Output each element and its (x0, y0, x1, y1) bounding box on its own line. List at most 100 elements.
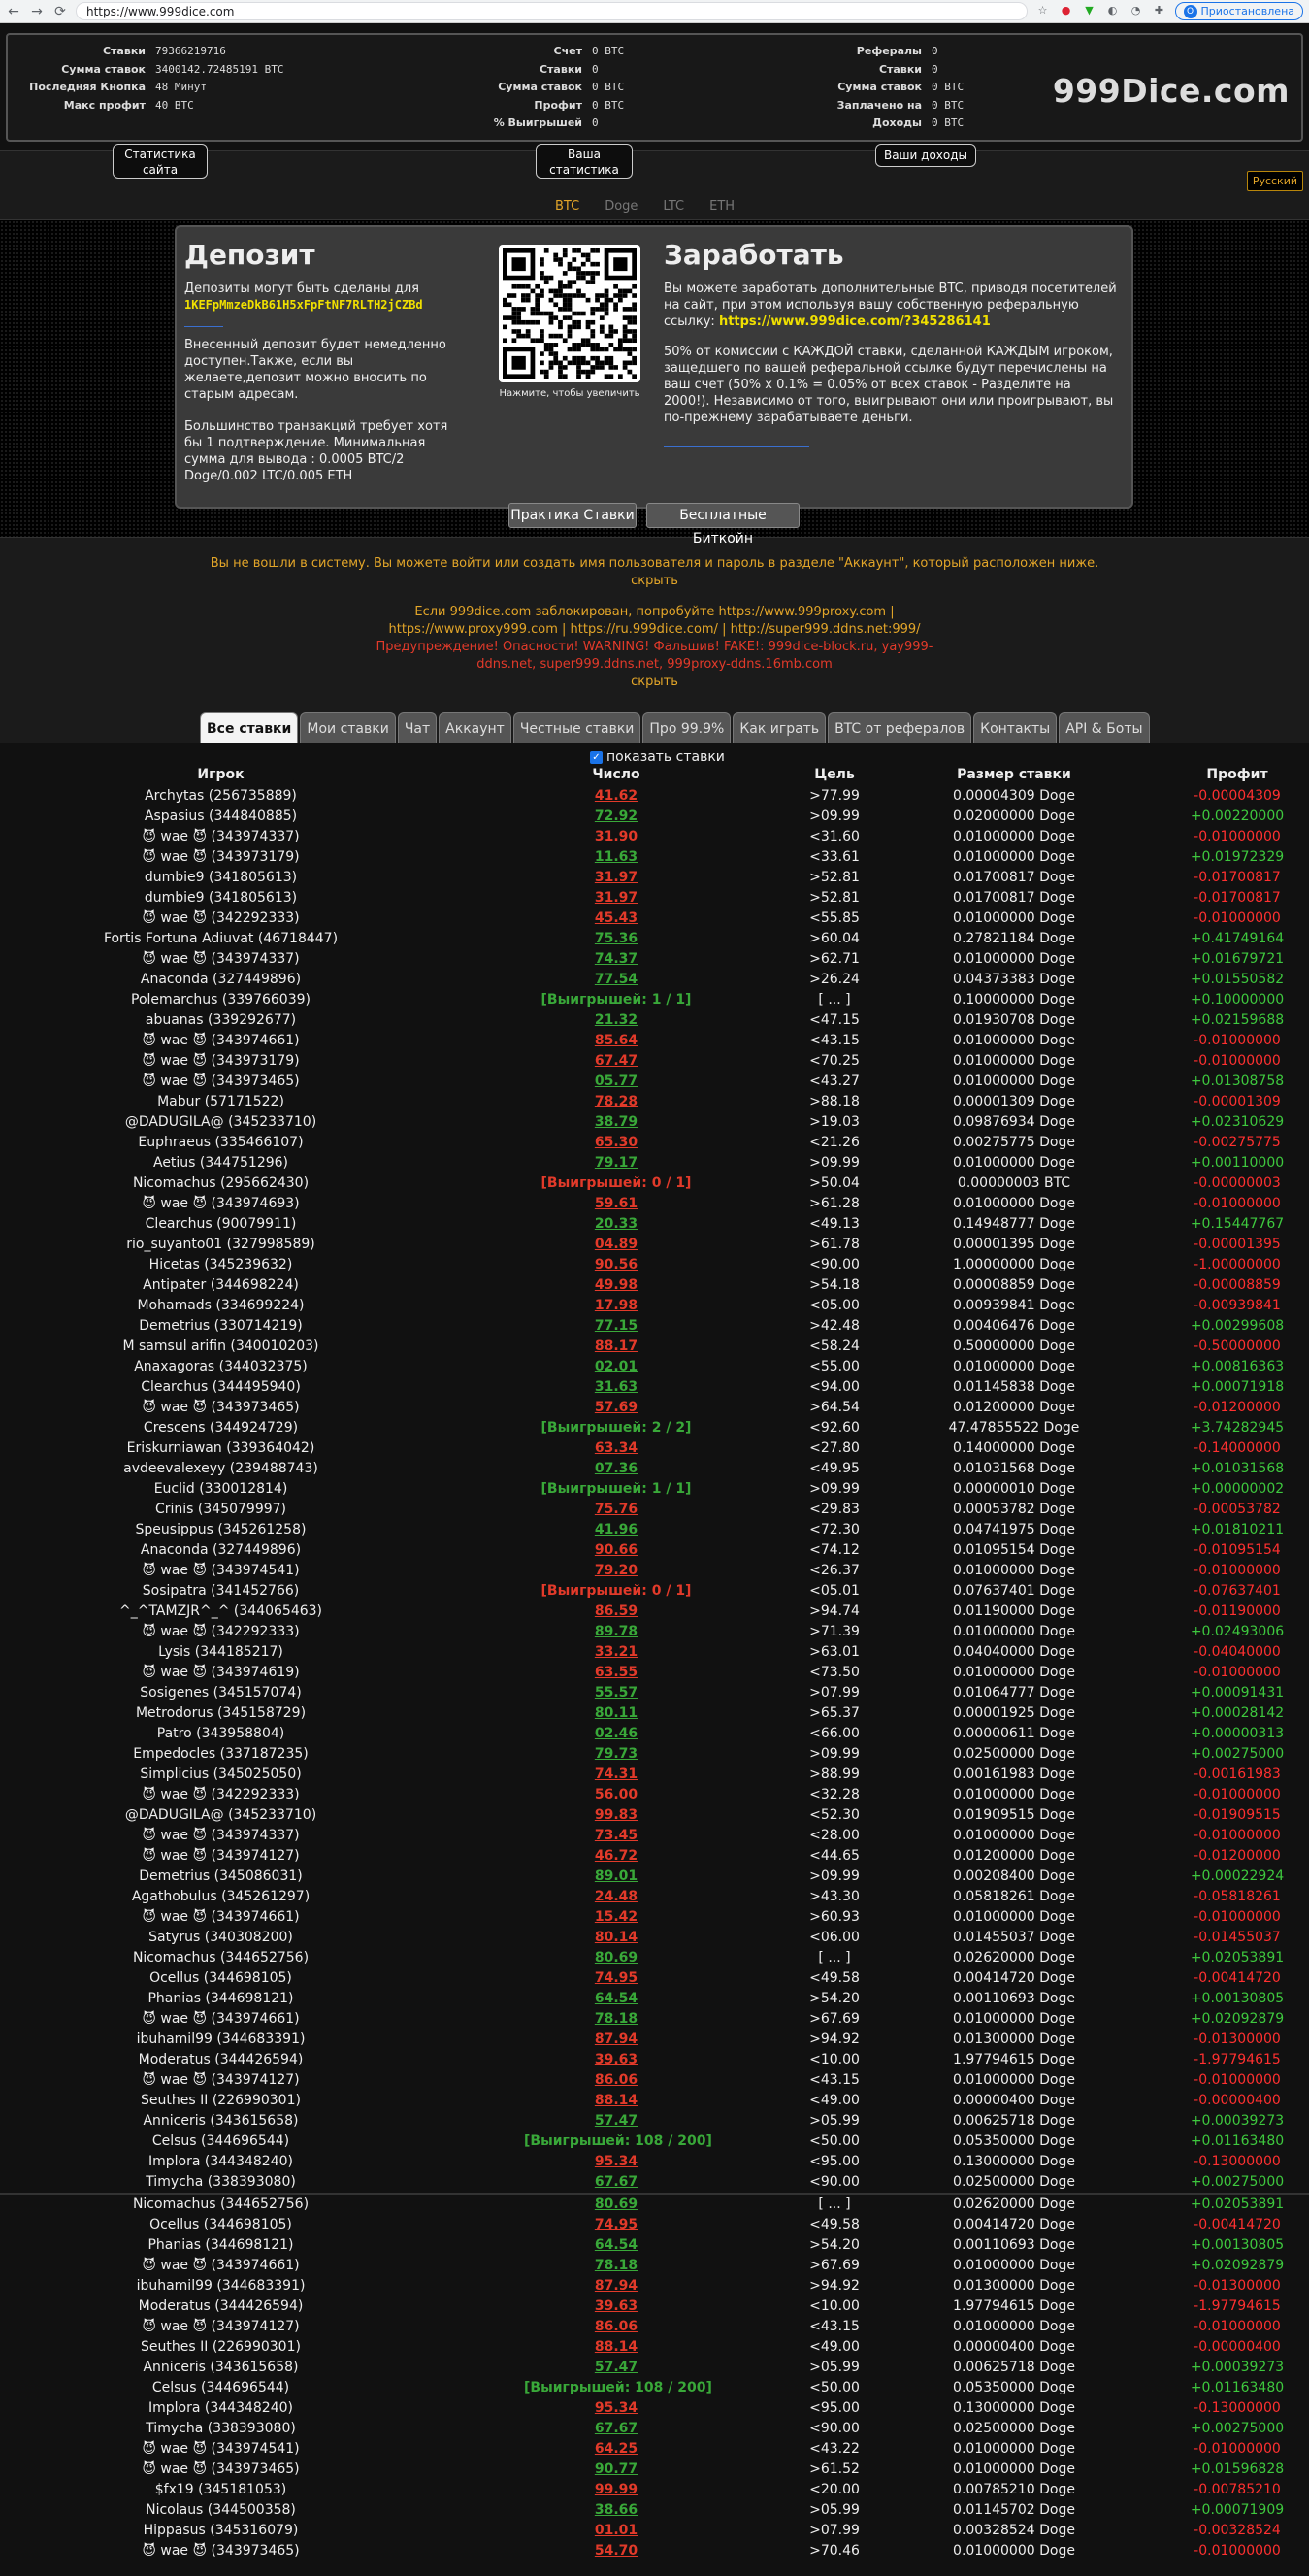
number-cell[interactable]: 45.43 (524, 908, 708, 929)
number-cell[interactable]: 90.56 (524, 1255, 708, 1275)
back-icon[interactable]: ← (6, 4, 21, 19)
table-row[interactable]: 😈 wae 😈 (343974337) 74.37 >62.71 0.01000000… (0, 949, 1309, 970)
number-cell[interactable]: 63.55 (524, 1663, 708, 1683)
number-cell[interactable]: 05.77 (524, 1072, 708, 1092)
number-cell[interactable]: 57.47 (524, 2111, 708, 2131)
number-cell[interactable]: 80.14 (524, 1928, 708, 1948)
table-row[interactable]: Anniceris (343615658) 57.47 >05.99 0.006257… (0, 2358, 1309, 2378)
table-row[interactable]: Metrodorus (345158729) 80.11 >65.37 0.00001… (0, 1703, 1309, 1724)
tab-4[interactable]: Честные ставки (512, 712, 641, 743)
number-cell[interactable]: 41.96 (524, 1520, 708, 1540)
number-cell[interactable]: 56.00 (524, 1785, 708, 1805)
number-cell[interactable]: 79.20 (524, 1561, 708, 1581)
puzzle-icon[interactable]: ✚ (1152, 4, 1167, 19)
tab-8[interactable]: Контакты (973, 712, 1058, 743)
table-row[interactable]: Antipater (344698224) 49.98 >54.18 0.000088… (0, 1275, 1309, 1296)
table-row[interactable]: Clearchus (344495940) 31.63 <94.00 0.011458… (0, 1377, 1309, 1398)
table-row[interactable]: Demetrius (345086031) 89.01 >09.99 0.002084… (0, 1866, 1309, 1887)
table-row[interactable]: Anaconda (327449896) 90.66 <74.12 0.0109515… (0, 1540, 1309, 1561)
number-cell[interactable]: 46.72 (524, 1846, 708, 1866)
number-cell[interactable]: 89.01 (524, 1866, 708, 1887)
table-row[interactable]: 😈 wae 😈 (343973465) 90.77 >61.52 0.01000000… (0, 2460, 1309, 2480)
profile-button[interactable]: O Приостановлена (1174, 2, 1303, 20)
number-cell[interactable]: 77.15 (524, 1316, 708, 1337)
reload-icon[interactable]: ⟳ (52, 4, 68, 19)
tab-2[interactable]: Чат (397, 712, 438, 743)
table-row[interactable]: dumbie9 (341805613) 31.97 >52.81 0.01700817… (0, 888, 1309, 908)
table-row[interactable]: Crescens (344924729) [Выигрышей: 2 / 2] <9… (0, 1418, 1309, 1438)
table-row[interactable]: 😈 wae 😈 (343973179) 11.63 <33.61 0.01000000… (0, 847, 1309, 868)
number-cell[interactable]: 90.66 (524, 1540, 708, 1561)
number-cell[interactable]: 95.34 (524, 2152, 708, 2172)
table-row[interactable]: Timycha (338393080) 67.67 <90.00 0.02500000… (0, 2419, 1309, 2439)
site-stats-button[interactable]: Статистика сайта (113, 144, 208, 179)
table-row[interactable]: Demetrius (330714219) 77.15 >42.48 0.004064… (0, 1316, 1309, 1337)
table-row[interactable]: @DADUGILA@ (345233710) 38.79 >19.03 0.09876… (0, 1112, 1309, 1133)
currency-eth[interactable]: ETH (709, 199, 735, 214)
tab-1[interactable]: Мои ставки (300, 712, 396, 743)
table-row[interactable]: ibuhamil99 (344683391) 87.94 >94.92 0.01300… (0, 2030, 1309, 2050)
number-cell[interactable]: 31.97 (524, 868, 708, 888)
number-cell[interactable]: 89.78 (524, 1622, 708, 1642)
referral-stats-link[interactable] (664, 436, 809, 447)
table-row[interactable]: Nicomachus (344652756) 80.69 [ ... ] 0.0262… (0, 2195, 1309, 2215)
number-cell[interactable]: 73.45 (524, 1826, 708, 1846)
table-row[interactable]: 😈 wae 😈 (343973465) 05.77 <43.27 0.01000000… (0, 1072, 1309, 1092)
table-row[interactable]: Celsus (344696544) [Выигрышей: 108 / 200]… (0, 2378, 1309, 2398)
table-row[interactable]: 😈 wae 😈 (343974337) 31.90 <31.60 0.01000000… (0, 827, 1309, 847)
table-row[interactable]: Seuthes II (226990301) 88.14 <49.00 0.00000… (0, 2091, 1309, 2111)
star-icon[interactable]: ☆ (1035, 4, 1051, 19)
number-cell[interactable]: 74.37 (524, 949, 708, 970)
table-row[interactable]: @DADUGILA@ (345233710) 99.83 <52.30 0.01909… (0, 1805, 1309, 1826)
table-row[interactable]: 😈 wae 😈 (343974541) 64.25 <43.22 0.01000000… (0, 2439, 1309, 2460)
number-cell[interactable]: 87.94 (524, 2276, 708, 2296)
table-row[interactable]: Euphraeus (335466107) 65.30 <21.26 0.002757… (0, 1133, 1309, 1153)
number-cell[interactable]: 02.01 (524, 1357, 708, 1377)
table-row[interactable]: Speusippus (345261258) 41.96 <72.30 0.04741… (0, 1520, 1309, 1540)
tab-0[interactable]: Все ставки (200, 712, 299, 743)
number-cell[interactable]: [Выигрышей: 0 / 1] (524, 1581, 708, 1602)
table-row[interactable]: Nicomachus (295662430) [Выигрышей: 0 / 1]… (0, 1173, 1309, 1194)
number-cell[interactable]: 57.69 (524, 1398, 708, 1418)
number-cell[interactable]: 59.61 (524, 1194, 708, 1214)
number-cell[interactable]: 88.14 (524, 2091, 708, 2111)
number-cell[interactable]: [Выигрышей: 2 / 2] (524, 1418, 708, 1438)
table-row[interactable]: abuanas (339292677) 21.32 <47.15 0.01930708… (0, 1010, 1309, 1031)
table-row[interactable]: Ocellus (344698105) 74.95 <49.58 0.00414720… (0, 2215, 1309, 2235)
number-cell[interactable]: 88.17 (524, 1337, 708, 1357)
table-row[interactable]: Implora (344348240) 95.34 <95.00 0.13000000… (0, 2152, 1309, 2172)
number-cell[interactable]: 79.73 (524, 1744, 708, 1765)
number-cell[interactable]: 95.34 (524, 2398, 708, 2419)
number-cell[interactable]: 90.77 (524, 2460, 708, 2480)
table-row[interactable]: 😈 wae 😈 (343974127) 86.06 <43.15 0.01000000… (0, 2070, 1309, 2091)
number-cell[interactable]: 80.69 (524, 2195, 708, 2215)
number-cell[interactable]: 63.34 (524, 1438, 708, 1459)
number-cell[interactable]: 87.94 (524, 2030, 708, 2050)
table-row[interactable]: 😈 wae 😈 (342292333) 89.78 >71.39 0.01000000… (0, 1622, 1309, 1642)
number-cell[interactable]: 78.18 (524, 2256, 708, 2276)
number-cell[interactable]: 75.36 (524, 929, 708, 949)
number-cell[interactable]: 24.48 (524, 1887, 708, 1907)
number-cell[interactable]: 74.95 (524, 1968, 708, 1989)
tab-5[interactable]: Про 99.9% (642, 712, 732, 743)
table-row[interactable]: 😈 wae 😈 (343974619) 63.55 <73.50 0.01000000… (0, 1663, 1309, 1683)
number-cell[interactable]: 02.46 (524, 1724, 708, 1744)
number-cell[interactable]: 86.59 (524, 1602, 708, 1622)
tab-6[interactable]: Как играть (733, 712, 827, 743)
number-cell[interactable]: 72.92 (524, 807, 708, 827)
number-cell[interactable]: 39.63 (524, 2296, 708, 2317)
table-row[interactable]: Timycha (338393080) 67.67 <90.00 0.02500000… (0, 2172, 1309, 2193)
number-cell[interactable]: 67.67 (524, 2419, 708, 2439)
number-cell[interactable]: 57.47 (524, 2358, 708, 2378)
table-row[interactable]: Satyrus (340308200) 80.14 <06.00 0.01455037… (0, 1928, 1309, 1948)
table-row[interactable]: 😈 wae 😈 (343974661) 85.64 <43.15 0.01000000… (0, 1031, 1309, 1051)
show-bets-toggle[interactable]: ✓ показать ставки (590, 749, 725, 765)
table-row[interactable]: Anniceris (343615658) 57.47 >05.99 0.006257… (0, 2111, 1309, 2131)
table-row[interactable]: ibuhamil99 (344683391) 87.94 >94.92 0.01300… (0, 2276, 1309, 2296)
free-bitcoin-button[interactable]: Бесплатные Биткойн (646, 503, 800, 546)
number-cell[interactable]: 67.47 (524, 1051, 708, 1072)
table-row[interactable]: Fortis Fortuna Adiuvat (46718447) 75.36 >6… (0, 929, 1309, 949)
extension-icon[interactable]: ● (1059, 4, 1074, 19)
table-row[interactable]: Nicomachus (344652756) 80.69 [ ... ] 0.0262… (0, 1948, 1309, 1968)
number-cell[interactable]: 39.63 (524, 2050, 708, 2070)
